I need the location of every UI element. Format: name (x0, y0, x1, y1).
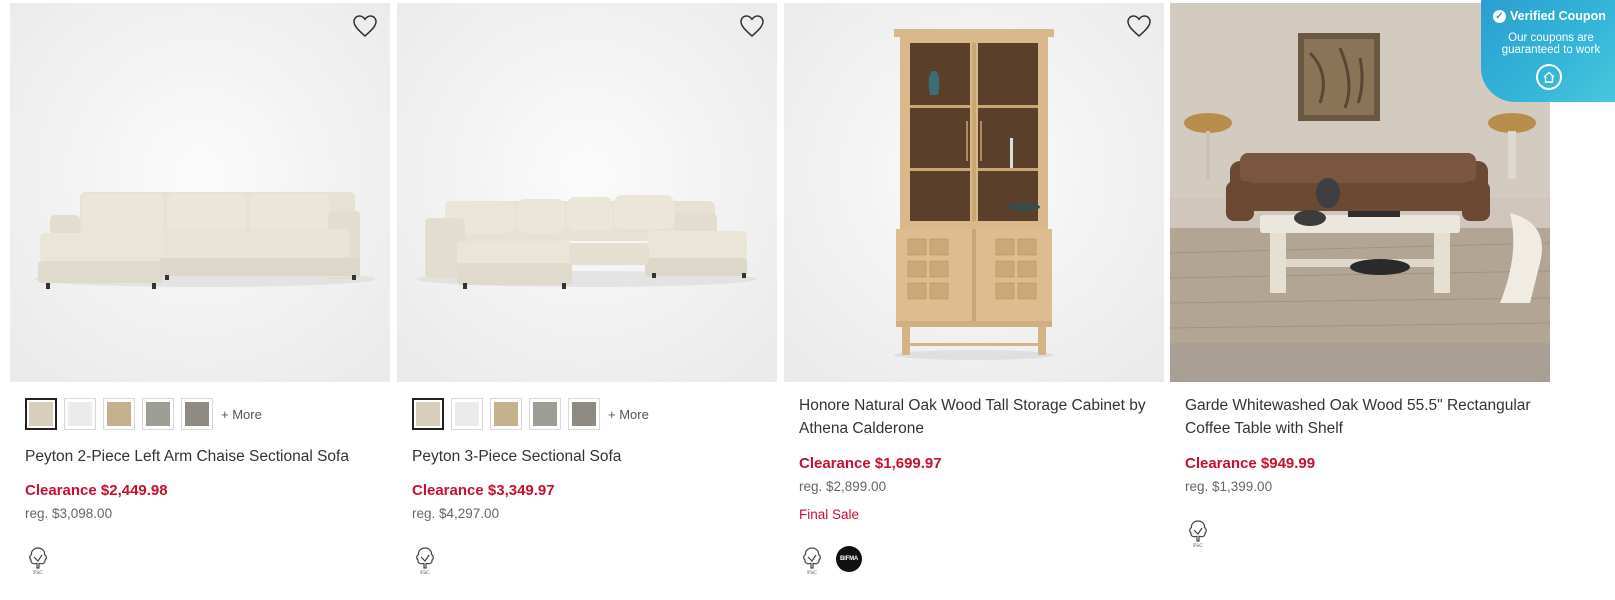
regular-price: reg. $3,098.00 (25, 506, 113, 521)
regular-price: reg. $2,899.00 (799, 479, 887, 494)
favorite-heart-icon[interactable] (1125, 12, 1153, 40)
favorite-heart-icon[interactable] (351, 12, 379, 40)
verified-coupon-badge[interactable]: ✓ Verified Coupon Our coupons are guaran… (1481, 0, 1615, 102)
more-swatches-link[interactable]: + More (221, 407, 262, 422)
product-name-link[interactable]: Peyton 2-Piece Left Arm Chaise Sectional… (25, 445, 375, 468)
swatch-1[interactable] (25, 398, 57, 430)
swatch-color (533, 402, 557, 426)
clearance-price: Clearance $949.99 (1185, 455, 1316, 472)
swatch-color (455, 402, 479, 426)
clearance-price: Clearance $3,349.97 (412, 482, 555, 499)
favorite-heart-icon[interactable] (738, 12, 766, 40)
swatch-2[interactable] (451, 398, 483, 430)
check-circle-icon: ✓ (1493, 9, 1506, 23)
coupon-title-text: Verified Coupon (1510, 9, 1606, 23)
fsc-tree-icon: FSC (25, 545, 51, 575)
svg-text:FSC: FSC (807, 570, 817, 575)
svg-text:FSC: FSC (1193, 543, 1203, 548)
swatch-5[interactable] (568, 398, 600, 430)
swatch-color (29, 402, 53, 426)
home-icon[interactable] (1536, 64, 1562, 90)
swatch-color (146, 402, 170, 426)
swatch-color (494, 402, 518, 426)
swatch-2[interactable] (64, 398, 96, 430)
swatch-4[interactable] (529, 398, 561, 430)
bifma-badge-icon: BIFMA (836, 546, 862, 572)
swatch-color (107, 402, 131, 426)
swatch-color (572, 402, 596, 426)
clearance-price: Clearance $2,449.98 (25, 482, 168, 499)
swatch-3[interactable] (103, 398, 135, 430)
regular-price: reg. $4,297.00 (412, 506, 500, 521)
swatch-color (185, 402, 209, 426)
product-card[interactable]: Honore Natural Oak Wood Tall Storage Cab… (784, 3, 1164, 600)
product-name-link[interactable]: Honore Natural Oak Wood Tall Storage Cab… (799, 394, 1149, 440)
final-sale-label: Final Sale (799, 507, 860, 522)
swatch-color (416, 402, 440, 426)
svg-text:FSC: FSC (33, 570, 43, 575)
more-swatches-link[interactable]: + More (608, 407, 649, 422)
fsc-tree-icon: FSC (1185, 518, 1211, 548)
product-image[interactable] (10, 3, 390, 382)
swatch-3[interactable] (490, 398, 522, 430)
swatch-color (68, 402, 92, 426)
swatch-1[interactable] (412, 398, 444, 430)
product-grid: + More Peyton 2-Piece Left Arm Chaise Se… (10, 3, 1610, 600)
swatch-4[interactable] (142, 398, 174, 430)
regular-price: reg. $1,399.00 (1185, 479, 1273, 494)
product-card[interactable]: + More Peyton 2-Piece Left Arm Chaise Se… (10, 3, 390, 600)
coupon-title: ✓ Verified Coupon (1493, 9, 1606, 23)
product-name-link[interactable]: Garde Whitewashed Oak Wood 55.5" Rectang… (1185, 394, 1535, 440)
fsc-tree-icon: FSC (412, 545, 438, 575)
fsc-tree-icon: FSC (799, 545, 825, 575)
product-image[interactable] (397, 3, 777, 382)
swatch-5[interactable] (181, 398, 213, 430)
clearance-price: Clearance $1,699.97 (799, 455, 942, 472)
product-image[interactable] (784, 3, 1164, 382)
color-swatches: + More (25, 398, 262, 430)
product-name-link[interactable]: Peyton 3-Piece Sectional Sofa (412, 445, 762, 468)
coupon-subtitle: Our coupons are guaranteed to work (1501, 32, 1601, 56)
svg-text:FSC: FSC (420, 570, 430, 575)
product-card[interactable]: + More Peyton 3-Piece Sectional Sofa Cle… (397, 3, 777, 600)
color-swatches: + More (412, 398, 649, 430)
